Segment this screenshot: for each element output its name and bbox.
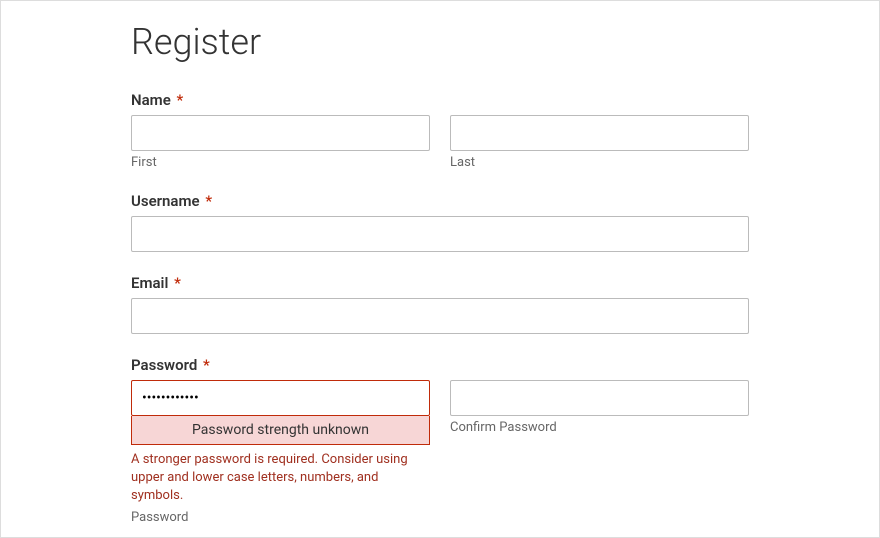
first-name-sublabel: First — [131, 155, 430, 170]
password-validation-message: A stronger password is required. Conside… — [131, 451, 411, 506]
username-label-text: Username — [131, 192, 200, 210]
username-label: Username * — [131, 192, 749, 210]
page-title: Register — [131, 21, 749, 63]
name-field-group: Name * First Last — [131, 91, 749, 170]
password-strength-indicator: Password strength unknown — [131, 416, 430, 445]
confirm-password-sublabel: Confirm Password — [450, 420, 749, 435]
password-label: Password * — [131, 356, 749, 374]
email-field-group: Email * — [131, 274, 749, 334]
username-input[interactable] — [131, 216, 749, 252]
required-marker: * — [174, 274, 181, 292]
required-marker: * — [203, 356, 210, 374]
confirm-password-input[interactable] — [450, 380, 749, 416]
password-label-text: Password — [131, 356, 197, 374]
email-input[interactable] — [131, 298, 749, 334]
password-field-group: Password * Password strength unknown A s… — [131, 356, 749, 525]
password-input[interactable] — [131, 380, 430, 416]
required-marker: * — [205, 192, 212, 210]
email-label: Email * — [131, 274, 749, 292]
required-marker: * — [177, 91, 184, 109]
name-label: Name * — [131, 91, 749, 109]
last-name-sublabel: Last — [450, 155, 749, 170]
name-label-text: Name — [131, 91, 171, 109]
last-name-input[interactable] — [450, 115, 749, 151]
password-sublabel: Password — [131, 510, 430, 525]
username-field-group: Username * — [131, 192, 749, 252]
first-name-input[interactable] — [131, 115, 430, 151]
email-label-text: Email — [131, 274, 168, 292]
